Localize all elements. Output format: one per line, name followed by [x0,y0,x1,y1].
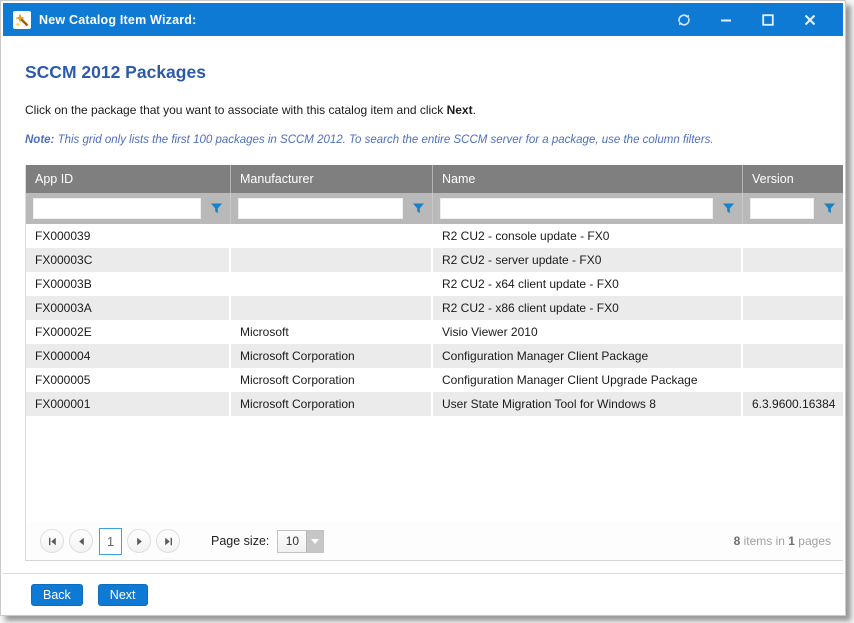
cell-name: R2 CU2 - x64 client update - FX0 [433,272,743,296]
cell-name: R2 CU2 - console update - FX0 [433,224,743,248]
back-button[interactable]: Back [31,584,83,606]
column-header-manufacturer[interactable]: Manufacturer [231,165,433,193]
filter-cell-name [433,193,743,224]
items-infix: items in [740,534,788,548]
cell-manufacturer [231,296,433,320]
table-row[interactable]: FX000004 Microsoft Corporation Configura… [26,344,843,368]
cell-version [743,296,843,320]
note-text: Note: This grid only lists the first 100… [25,134,843,146]
cell-version [743,368,843,392]
app-id-filter-input[interactable] [33,198,201,219]
dropdown-arrow-icon[interactable] [306,531,323,552]
name-filter-input[interactable] [440,198,713,219]
next-button[interactable]: Next [98,584,148,606]
wizard-footer: Back Next [31,584,843,606]
cell-app-id: FX000005 [26,368,231,392]
column-header-name[interactable]: Name [433,165,743,193]
table-row[interactable]: FX000039 R2 CU2 - console update - FX0 [26,224,843,248]
grid-pager: 1 Page size: 10 8 items in 1 pages [26,522,843,560]
table-row[interactable]: FX00003B R2 CU2 - x64 client update - FX… [26,272,843,296]
app-id-funnel-icon[interactable] [210,202,224,216]
refresh-icon[interactable] [673,9,695,31]
grid-filter-row [26,193,843,224]
cell-name: Configuration Manager Client Upgrade Pac… [433,368,743,392]
cell-app-id: FX000039 [26,224,231,248]
grid-empty-area [26,416,843,522]
page-size-value: 10 [278,531,306,552]
cell-name: User State Migration Tool for Windows 8 [433,392,743,416]
instruction-next-emphasis: Next [447,103,473,117]
note-label: Note: [25,134,54,146]
cell-app-id: FX00003B [26,272,231,296]
current-page-indicator[interactable]: 1 [99,528,122,555]
filter-cell-app-id [26,193,231,224]
prev-page-icon[interactable] [69,529,93,553]
cell-name: R2 CU2 - server update - FX0 [433,248,743,272]
cell-name: Configuration Manager Client Package [433,344,743,368]
cell-app-id: FX000004 [26,344,231,368]
cell-name: Visio Viewer 2010 [433,320,743,344]
manufacturer-funnel-icon[interactable] [412,202,426,216]
manufacturer-filter-input[interactable] [238,198,403,219]
first-page-icon[interactable] [40,529,64,553]
cell-version [743,320,843,344]
cell-manufacturer: Microsoft Corporation [231,368,433,392]
cell-manufacturer: Microsoft Corporation [231,392,433,416]
grid-body: FX000039 R2 CU2 - console update - FX0 F… [26,224,843,416]
footer-divider [3,573,843,574]
minimize-icon[interactable] [715,9,737,31]
version-filter-input[interactable] [750,198,814,219]
pages-count: 1 [788,534,795,548]
cell-version [743,224,843,248]
wizard-content: SCCM 2012 Packages Click on the package … [3,36,843,614]
page-size-control: Page size: 10 [211,530,324,553]
pages-suffix: pages [795,534,831,548]
version-funnel-icon[interactable] [823,202,837,216]
cell-app-id: FX00002E [26,320,231,344]
instruction-suffix: . [473,103,476,117]
note-body: This grid only lists the first 100 packa… [54,134,713,146]
title-bar: New Catalog Item Wizard: [3,3,843,36]
cell-manufacturer: Microsoft Corporation [231,344,433,368]
window-title: New Catalog Item Wizard: [39,13,197,27]
last-page-icon[interactable] [156,529,180,553]
packages-grid: App ID Manufacturer Name Version [25,165,843,561]
page-title: SCCM 2012 Packages [25,62,843,83]
cell-version [743,248,843,272]
maximize-icon[interactable] [757,9,779,31]
page-size-dropdown[interactable]: 10 [277,530,324,553]
window-controls [673,9,833,31]
page-size-label: Page size: [211,534,269,548]
cell-app-id: FX000001 [26,392,231,416]
instruction-prefix: Click on the package that you want to as… [25,103,447,117]
table-row[interactable]: FX000001 Microsoft Corporation User Stat… [26,392,843,416]
cell-app-id: FX00003A [26,296,231,320]
column-header-version[interactable]: Version [743,165,843,193]
filter-cell-manufacturer [231,193,433,224]
cell-version [743,344,843,368]
cell-version [743,272,843,296]
instruction-text: Click on the package that you want to as… [25,103,843,117]
next-page-icon[interactable] [127,529,151,553]
close-icon[interactable] [799,9,821,31]
name-funnel-icon[interactable] [722,202,736,216]
cell-manufacturer [231,272,433,296]
grid-header-row: App ID Manufacturer Name Version [26,165,843,193]
filter-cell-version [743,193,843,224]
cell-name: R2 CU2 - x86 client update - FX0 [433,296,743,320]
table-row[interactable]: FX000005 Microsoft Corporation Configura… [26,368,843,392]
table-row[interactable]: FX00002E Microsoft Visio Viewer 2010 [26,320,843,344]
cell-app-id: FX00003C [26,248,231,272]
wizard-window: New Catalog Item Wizard: [0,0,846,616]
cell-manufacturer [231,248,433,272]
cell-version: 6.3.9600.16384 [743,392,843,416]
column-header-app-id[interactable]: App ID [26,165,231,193]
table-row[interactable]: FX00003C R2 CU2 - server update - FX0 [26,248,843,272]
cell-manufacturer: Microsoft [231,320,433,344]
pager-status: 8 items in 1 pages [734,534,831,548]
wizard-wand-icon [13,11,31,29]
cell-manufacturer [231,224,433,248]
table-row[interactable]: FX00003A R2 CU2 - x86 client update - FX… [26,296,843,320]
